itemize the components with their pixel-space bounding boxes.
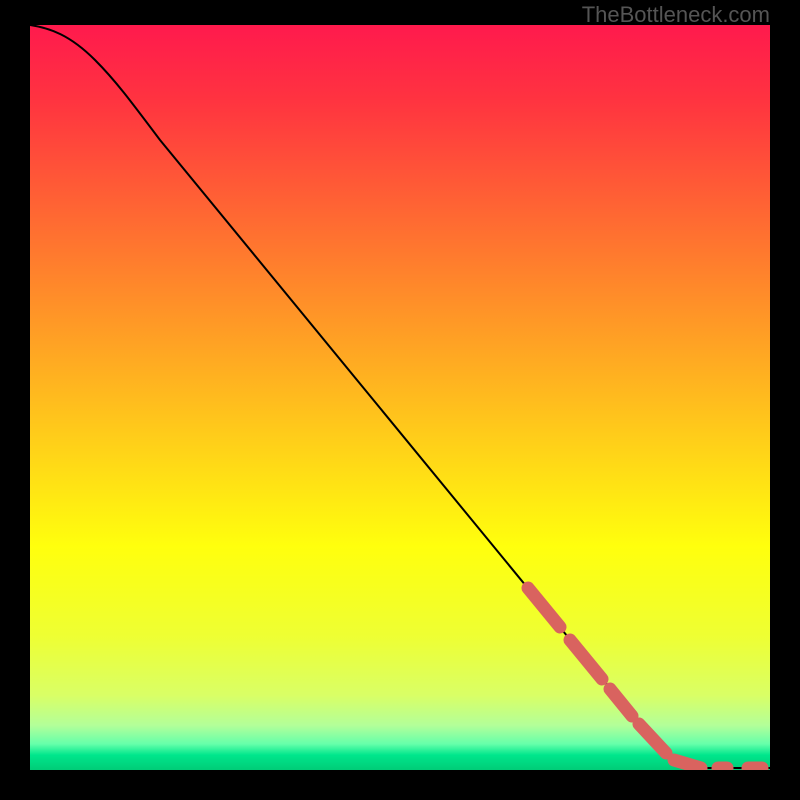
watermark-text: TheBottleneck.com (582, 2, 770, 28)
chart-container: TheBottleneck.com (0, 0, 800, 800)
highlight-segments (528, 588, 762, 768)
bottleneck-curve (30, 25, 770, 768)
plot-area (30, 25, 770, 770)
curve-overlay (30, 25, 770, 770)
